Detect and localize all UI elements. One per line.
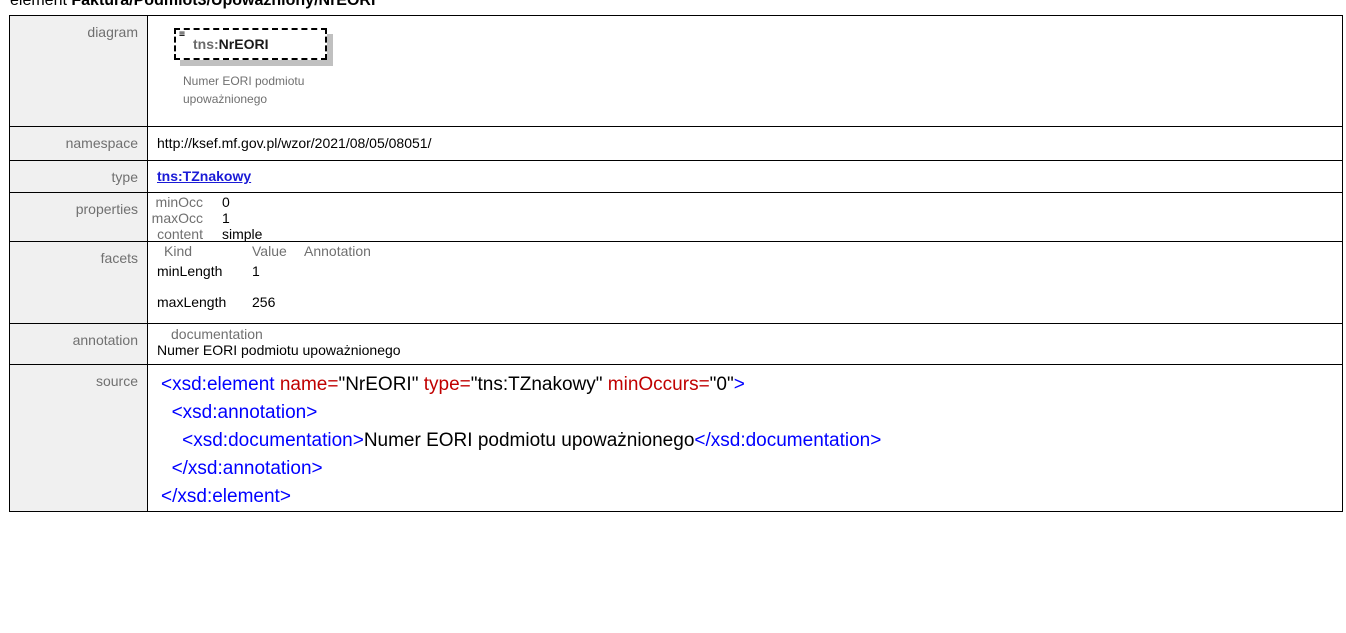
property-maxocc: maxOcc 1 — [151, 210, 230, 226]
facets-row: facets Kind Value Annotation minLength 1 ma… — [9, 241, 1343, 324]
annotation-key: documentation — [171, 326, 263, 342]
type-label: type — [111, 169, 138, 185]
facets-label: facets — [100, 250, 138, 266]
element-node[interactable]: ≡ tns:NrEORI — [174, 28, 327, 60]
source-label: source — [95, 373, 138, 389]
annotation-row: annotation documentation Numer EORI podm… — [9, 323, 1343, 365]
diagram-note: Numer EORI podmiotu upoważnionego — [183, 74, 305, 106]
diagram-label: diagram — [87, 24, 138, 40]
facet-maxlength: maxLength 256 — [157, 294, 276, 310]
element-doc-table: diagram ≡ tns:NrEORI Numer EORI podmiotu… — [9, 15, 1343, 512]
namespace-row: namespace http://ksef.mf.gov.pl/wzor/202… — [9, 126, 1343, 161]
element-path: Faktura/Podmiot3/Upowazniony/NrEORI — [71, 0, 376, 9]
property-content: content simple — [157, 226, 263, 242]
facet-minlength: minLength 1 — [157, 263, 260, 279]
annotation-value: Numer EORI podmiotu upoważnionego — [157, 342, 401, 358]
source-row: source <xsd:element name="NrEORI" type="… — [9, 364, 1343, 512]
properties-label: properties — [75, 201, 138, 217]
diagram-row: diagram ≡ tns:NrEORI Numer EORI podmiotu… — [9, 15, 1343, 127]
namespace-value: http://ksef.mf.gov.pl/wzor/2021/08/05/08… — [157, 135, 432, 151]
sequence-icon: ≡ — [179, 29, 186, 40]
source-code: <xsd:element name="NrEORI" type="tns:TZn… — [161, 374, 882, 507]
property-minocc: minOcc 0 — [155, 194, 230, 210]
namespace-label: namespace — [65, 135, 138, 151]
type-row: type tns:TZnakowy — [9, 160, 1343, 193]
facets-header: Kind Value Annotation — [164, 243, 371, 259]
type-link[interactable]: tns:TZnakowy — [157, 168, 251, 184]
title-prefix: element — [10, 0, 72, 9]
diagram: ≡ tns:NrEORI Numer EORI podmiotu upoważn… — [157, 16, 1342, 126]
element-node-name: tns:NrEORI — [193, 36, 269, 52]
annotation-label: annotation — [72, 332, 138, 348]
page-title: element Faktura/Podmiot3/Upowazniony/NrE… — [10, 0, 375, 10]
properties-row: properties minOcc 0 maxOcc 1 content simple — [9, 192, 1343, 242]
